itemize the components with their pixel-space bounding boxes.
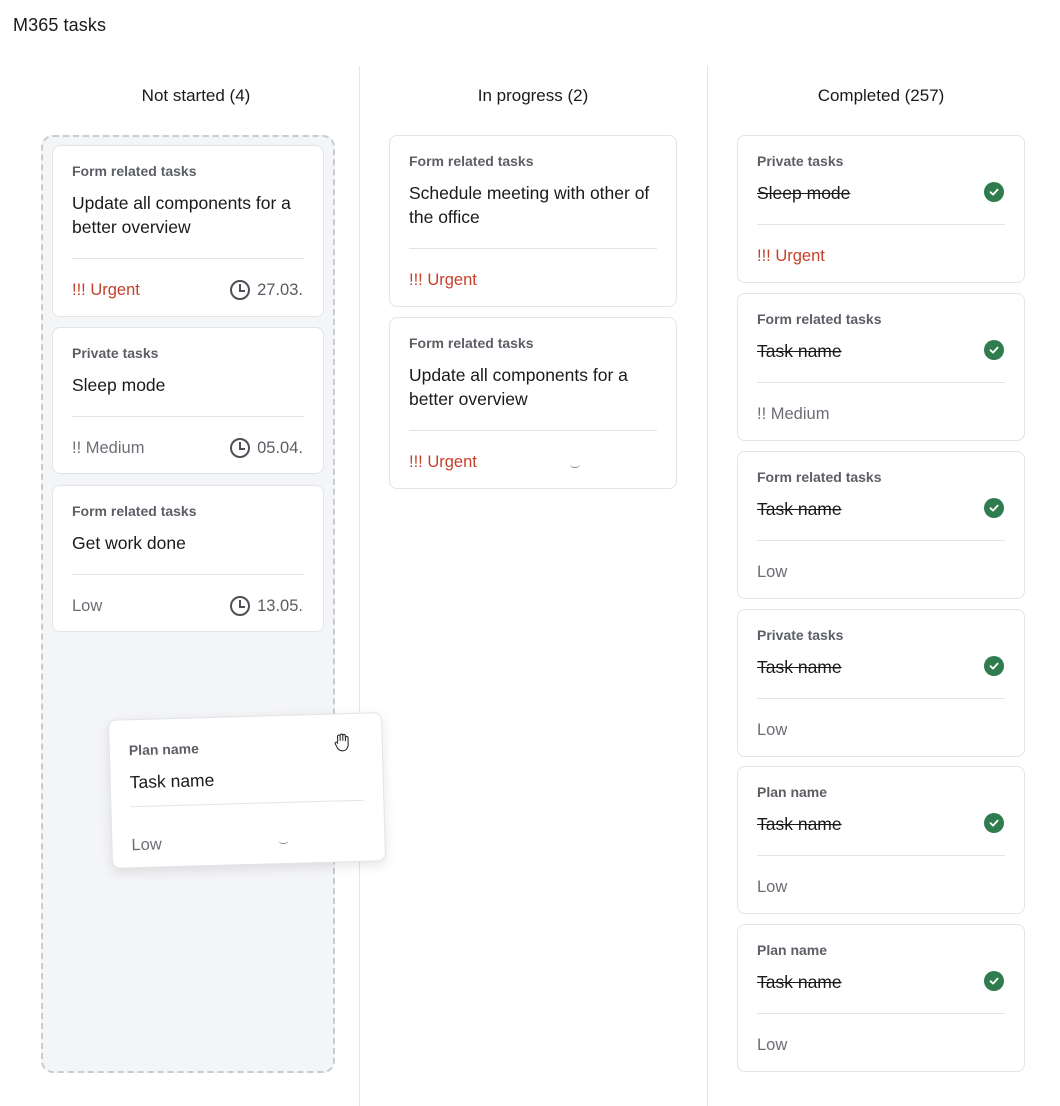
column-header-not-started: Not started (4) [141,86,251,105]
completed-task-card[interactable]: Private tasks Sleep mode !!! Urgent [737,135,1025,283]
check-circle-icon[interactable] [984,813,1004,833]
card-plan-name: Form related tasks [72,163,197,179]
card-priority: Low [72,597,103,615]
card-task-title: Get work done [72,533,186,553]
column-divider [707,66,708,1106]
card-divider [757,855,1005,856]
card-divider [757,224,1005,225]
check-circle-icon[interactable] [984,498,1004,518]
card-plan-name: Private tasks [757,153,844,169]
card-divider [72,574,304,575]
card-plan-name: Private tasks [72,345,159,361]
card-task-title: Update all components for a better overv… [72,193,291,237]
card-divider [72,416,304,417]
card-priority: Low [757,878,788,896]
card-task-title: Sleep mode [757,183,851,203]
task-card[interactable]: Private tasks Sleep mode !! Medium 05.04… [52,327,324,474]
clock-icon [230,596,251,616]
card-task-title: Sleep mode [72,375,166,395]
card-priority: !!! Urgent [757,247,825,265]
clock-icon [230,438,251,458]
card-divider [757,540,1005,541]
card-plan-name: Form related tasks [72,503,197,519]
card-plan-name: Private tasks [757,627,844,643]
check-circle-icon[interactable] [984,971,1004,991]
card-task-title: Task name [757,341,842,361]
card-priority: !! Medium [757,405,830,423]
card-task-title: Task name [757,814,842,834]
card-task-title: Schedule meeting with other of the offic… [409,183,650,227]
card-due-date: 13.05. [230,596,303,616]
completed-task-card[interactable]: Plan name Task name Low [737,766,1025,914]
card-divider [757,382,1005,383]
card-plan-name: Form related tasks [409,335,534,351]
task-card[interactable]: Form related tasks Schedule meeting with… [389,135,677,307]
card-priority: !!! Urgent [72,281,140,299]
check-circle-icon[interactable] [984,340,1004,360]
card-priority: !! Medium [72,439,145,457]
card-plan-name: Form related tasks [409,153,534,169]
completed-task-card[interactable]: Plan name Task name Low [737,924,1025,1072]
card-due-date-label: 05.04. [257,438,303,457]
card-due-date-label: 13.05. [257,596,303,615]
card-divider [130,799,365,808]
card-divider [757,1013,1005,1014]
grab-hand-icon [334,733,349,752]
card-divider [409,430,657,431]
card-priority: Low [131,835,163,855]
card-plan-name: Plan name [757,784,828,800]
task-card[interactable]: Form related tasks Get work done Low 13.… [52,485,324,632]
card-task-title: Task name [757,972,842,992]
task-card[interactable]: Form related tasks Update all components… [52,145,324,317]
card-priority: !!! Urgent [409,271,477,289]
card-task-title: Task name [129,769,215,793]
card-task-title: Task name [757,657,842,677]
card-due-date-label: 27.03. [257,280,303,299]
card-priority: Low [757,563,788,581]
loading-indicator [278,839,289,845]
completed-task-card[interactable]: Form related tasks Task name Low [737,451,1025,599]
card-task-title: Update all components for a better overv… [409,365,628,409]
card-priority: Low [757,1036,788,1054]
check-circle-icon[interactable] [984,182,1004,202]
task-card[interactable]: Form related tasks Update all components… [389,317,677,489]
card-plan-name: Plan name [128,740,200,759]
clock-icon [230,280,251,300]
completed-task-card[interactable]: Form related tasks Task name !! Medium [737,293,1025,441]
card-priority: Low [757,721,788,739]
column-header-completed: Completed (257) [817,86,945,105]
card-divider [72,258,304,259]
card-plan-name: Form related tasks [757,311,882,327]
card-priority: !!! Urgent [409,453,477,471]
card-divider [409,248,657,249]
column-divider [359,66,360,1106]
app-title: M365 tasks [13,15,107,35]
dragged-task-card[interactable]: Plan name Task name Low [107,712,387,869]
card-divider [757,698,1005,699]
check-circle-icon[interactable] [984,656,1004,676]
card-plan-name: Form related tasks [757,469,882,485]
card-plan-name: Plan name [757,942,828,958]
column-header-in-progress: In progress (2) [477,86,589,105]
card-due-date: 27.03. [230,280,303,300]
card-task-title: Task name [757,499,842,519]
loading-indicator [570,464,580,468]
completed-task-card[interactable]: Private tasks Task name Low [737,609,1025,757]
card-due-date: 05.04. [230,438,303,458]
